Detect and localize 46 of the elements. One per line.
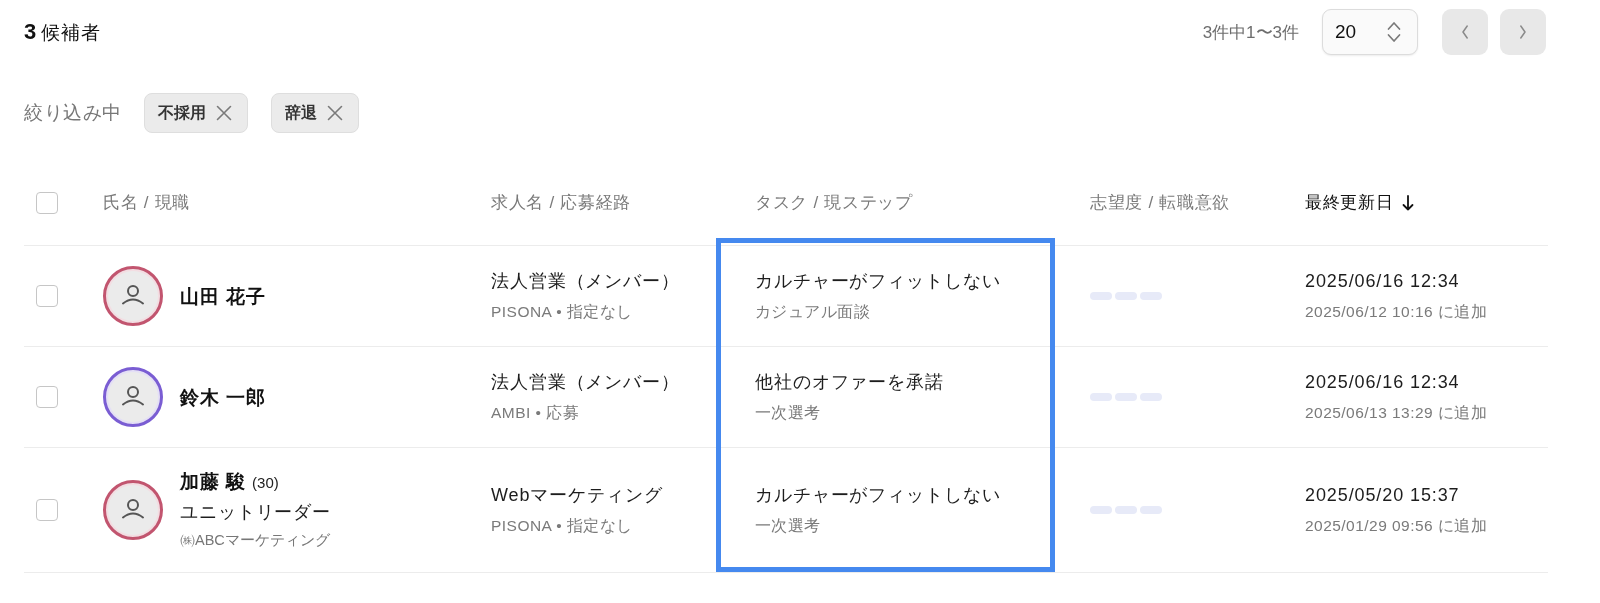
close-icon[interactable] bbox=[326, 105, 343, 121]
row-checkbox[interactable] bbox=[36, 285, 58, 307]
current-step: 一次選考 bbox=[755, 398, 821, 428]
application-source: AMBI • 応募 bbox=[491, 403, 580, 423]
updated-date: 2025/06/16 12:34 bbox=[1305, 371, 1460, 394]
arrow-down-icon bbox=[1402, 194, 1415, 211]
row-checkbox[interactable] bbox=[36, 499, 58, 521]
column-header[interactable]: タスク / 現ステップ bbox=[755, 191, 913, 214]
chevron-right-icon bbox=[1520, 25, 1526, 39]
chevron-left-icon bbox=[1462, 25, 1468, 39]
task-text: 他社のオファーを承諾 bbox=[755, 371, 944, 394]
updated-date: 2025/05/20 15:37 bbox=[1305, 484, 1460, 507]
current-step: カジュアル面談 bbox=[755, 297, 871, 327]
candidate-position: ユニットリーダー bbox=[180, 501, 332, 524]
candidate-name: 鈴木 一郎 bbox=[180, 385, 267, 410]
column-header[interactable]: 氏名 / 現職 bbox=[103, 191, 190, 214]
job-title: 法人営業（メンバー） bbox=[491, 371, 680, 394]
candidate-name: 山田 花子 bbox=[180, 284, 267, 309]
column-header[interactable]: 求人名 / 応募経路 bbox=[491, 191, 631, 214]
filter-label: 絞り込み中 bbox=[24, 101, 122, 125]
updated-date: 2025/06/16 12:34 bbox=[1305, 270, 1460, 293]
application-source: PISONA • 指定なし bbox=[491, 302, 633, 322]
candidate-age: (30) bbox=[252, 473, 279, 493]
column-header[interactable]: 志望度 / 転職意欲 bbox=[1090, 191, 1230, 214]
row-checkbox[interactable] bbox=[36, 386, 58, 408]
column-header[interactable]: 最終更新日 bbox=[1305, 191, 1394, 214]
result-summary: 3件中1〜3件 bbox=[1202, 21, 1299, 44]
job-title: 法人営業（メンバー） bbox=[491, 270, 680, 293]
application-source: PISONA • 指定なし bbox=[491, 516, 633, 536]
task-text: カルチャーがフィットしない bbox=[755, 484, 1001, 507]
candidate-company: ㈱ABCマーケティング bbox=[180, 531, 330, 550]
chevron-up-down-icon bbox=[1387, 21, 1401, 43]
added-date: 2025/06/13 13:29 に追加 bbox=[1305, 403, 1488, 423]
page-title: 候補者 bbox=[41, 20, 101, 45]
candidate-name: 加藤 駿 bbox=[180, 470, 247, 494]
select-all-checkbox[interactable] bbox=[36, 191, 58, 214]
job-title: Webマーケティング bbox=[491, 484, 663, 507]
task-text: カルチャーがフィットしない bbox=[755, 270, 1001, 293]
added-date: 2025/01/29 09:56 に追加 bbox=[1305, 516, 1488, 536]
close-icon[interactable] bbox=[215, 105, 232, 121]
current-step: 一次選考 bbox=[755, 511, 821, 541]
page-size-select[interactable]: 20 bbox=[1322, 9, 1418, 55]
candidate-count: 3 bbox=[24, 18, 37, 45]
filter-chip[interactable]: 不採用 bbox=[143, 93, 248, 133]
added-date: 2025/06/12 10:16 に追加 bbox=[1305, 302, 1488, 322]
filter-chip[interactable]: 辞退 bbox=[270, 93, 359, 133]
